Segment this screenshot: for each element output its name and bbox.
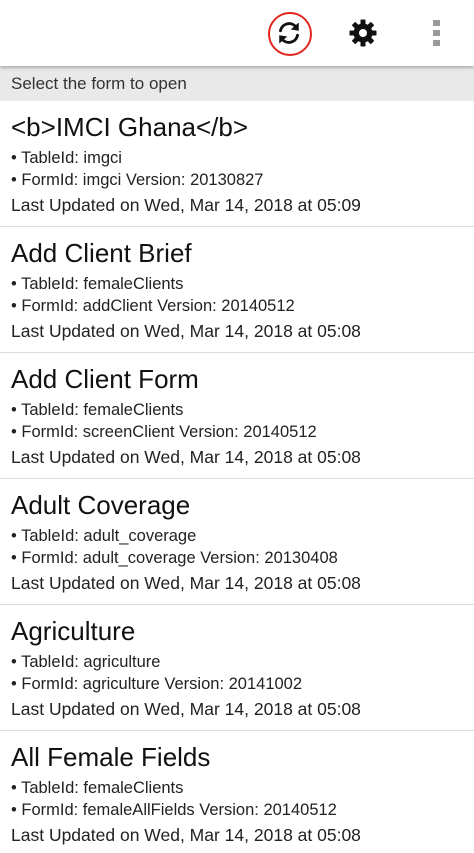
gear-icon (349, 19, 377, 47)
settings-button[interactable] (343, 13, 383, 53)
form-title: Adult Coverage (11, 490, 191, 520)
form-title: <b>IMCI Ghana</b> (11, 112, 249, 142)
form-list-item[interactable]: Add Client Form • TableId: femaleClients… (0, 353, 474, 479)
form-last-updated: Last Updated on Wed, Mar 14, 2018 at 05:… (11, 195, 361, 215)
overflow-menu-button[interactable] (417, 13, 457, 53)
sync-highlight-ring (268, 12, 312, 56)
form-last-updated: Last Updated on Wed, Mar 14, 2018 at 05:… (11, 573, 361, 593)
form-last-updated: Last Updated on Wed, Mar 14, 2018 at 05:… (11, 699, 361, 719)
overflow-menu-icon (433, 20, 440, 46)
form-table-id: • TableId: agriculture (11, 653, 161, 671)
form-table-id: • TableId: adult_coverage (11, 527, 197, 545)
form-list[interactable]: <b>IMCI Ghana</b> • TableId: imgci • For… (0, 101, 474, 853)
form-list-item[interactable]: Agriculture • TableId: agriculture • For… (0, 605, 474, 731)
form-last-updated: Last Updated on Wed, Mar 14, 2018 at 05:… (11, 825, 361, 845)
form-form-id: • FormId: screenClient Version: 20140512 (11, 423, 317, 441)
form-form-id: • FormId: agriculture Version: 20141002 (11, 675, 303, 693)
form-table-id: • TableId: femaleClients (11, 401, 184, 419)
form-title: All Female Fields (11, 742, 211, 772)
form-table-id: • TableId: femaleClients (11, 275, 184, 293)
form-list-item[interactable]: All Female Fields • TableId: femaleClien… (0, 731, 474, 853)
form-table-id: • TableId: femaleClients (11, 779, 184, 797)
sync-button[interactable] (268, 12, 312, 56)
form-form-id: • FormId: adult_coverage Version: 201304… (11, 549, 338, 567)
form-table-id: • TableId: imgci (11, 149, 122, 167)
form-list-item[interactable]: <b>IMCI Ghana</b> • TableId: imgci • For… (0, 101, 474, 227)
form-list-item[interactable]: Add Client Brief • TableId: femaleClient… (0, 227, 474, 353)
form-list-item[interactable]: Adult Coverage • TableId: adult_coverage… (0, 479, 474, 605)
form-title: Add Client Brief (11, 238, 192, 268)
list-header: Select the form to open (0, 66, 474, 101)
action-bar (0, 0, 474, 66)
form-last-updated: Last Updated on Wed, Mar 14, 2018 at 05:… (11, 447, 361, 467)
form-title: Add Client Form (11, 364, 199, 394)
form-form-id: • FormId: femaleAllFields Version: 20140… (11, 801, 337, 819)
form-last-updated: Last Updated on Wed, Mar 14, 2018 at 05:… (11, 321, 361, 341)
form-form-id: • FormId: addClient Version: 20140512 (11, 297, 295, 315)
list-header-text: Select the form to open (11, 73, 187, 93)
form-title: Agriculture (11, 616, 136, 646)
form-form-id: • FormId: imgci Version: 20130827 (11, 171, 264, 189)
